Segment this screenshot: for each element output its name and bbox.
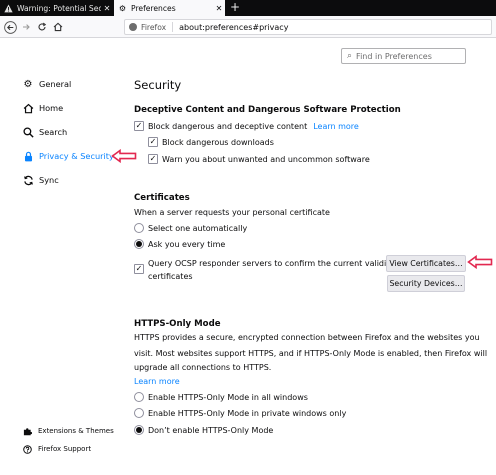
identity-box[interactable]: Firefox [125, 22, 174, 32]
https-none-radio-row[interactable]: Don’t enable HTTPS-Only Mode [134, 425, 273, 435]
lock-icon [22, 150, 34, 162]
block-dangerous-checkbox-row[interactable]: ✓ Block dangerous and deceptive content … [134, 121, 359, 131]
sidebar-item-general[interactable]: ⚙ General [22, 78, 72, 90]
firefox-icon [129, 23, 137, 31]
ask-every-radio-row[interactable]: Ask you every time [134, 239, 225, 249]
reload-icon [38, 22, 47, 31]
radio-label: Select one automatically [148, 223, 248, 233]
puzzle-icon [22, 425, 32, 437]
forward-arrow-icon [23, 24, 30, 30]
radio-label: Enable HTTPS-Only Mode in all windows [148, 392, 308, 402]
search-icon [22, 126, 34, 138]
radio-label: Ask you every time [148, 239, 226, 249]
radio[interactable] [134, 223, 144, 233]
sidebar-item-privacy[interactable]: Privacy & Security [22, 150, 114, 162]
brand-label: Firefox [141, 22, 167, 32]
back-button[interactable] [3, 20, 17, 34]
checkbox-label: Block dangerous downloads [162, 137, 274, 147]
sidebar-item-label: Search [39, 127, 68, 137]
back-arrow-icon [3, 20, 17, 34]
https-private-radio-row[interactable]: Enable HTTPS-Only Mode in private window… [134, 408, 346, 418]
radio[interactable] [134, 392, 144, 402]
ocsp-checkbox-row[interactable]: ✓ Query OCSP responder servers to confir… [134, 257, 404, 283]
sidebar: ⚙ General Home Search Privacy & Security [0, 39, 125, 475]
radio-selected[interactable] [134, 239, 144, 249]
learn-more-link[interactable]: Learn more [313, 122, 359, 131]
help-icon [22, 443, 32, 455]
section-heading-https-only: HTTPS-Only Mode [134, 319, 221, 329]
close-icon[interactable]: ✕ [101, 4, 113, 13]
page-title: Security [134, 78, 182, 92]
warning-icon [4, 3, 13, 13]
checkbox-label: Query OCSP responder servers to confirm … [148, 259, 405, 268]
main-panel: Security Deceptive Content and Dangerous… [134, 39, 496, 475]
gear-icon: ⚙ [23, 78, 33, 90]
preferences-page: ⌕ Find in Preferences ⚙ General Home Sea… [0, 39, 496, 475]
https-description-line: HTTPS provides a secure, encrypted conne… [134, 333, 480, 342]
sidebar-item-extensions[interactable]: Extensions & Themes [22, 425, 114, 437]
new-tab-button[interactable]: + [228, 0, 242, 16]
checkbox[interactable]: ✓ [148, 137, 158, 147]
tab-warning[interactable]: Warning: Potential Secu ✕ [0, 0, 113, 16]
learn-more-link[interactable]: Learn more [134, 377, 180, 386]
gear-icon: ⚙ [118, 3, 127, 13]
sidebar-item-sync[interactable]: Sync [22, 174, 59, 186]
sync-icon [22, 174, 34, 186]
tab-label: Preferences [131, 3, 176, 13]
sidebar-item-home[interactable]: Home [22, 102, 63, 114]
sidebar-item-label: Home [39, 103, 64, 113]
security-devices-button[interactable]: Security Devices… [387, 275, 465, 292]
select-auto-radio-row[interactable]: Select one automatically [134, 223, 247, 233]
sidebar-item-label: General [39, 79, 72, 89]
radio-label: Enable HTTPS-Only Mode in private window… [148, 408, 347, 418]
url-bar[interactable]: Firefox about:preferences#privacy [124, 19, 492, 35]
reload-button[interactable] [35, 20, 49, 34]
checkbox-label: Block dangerous and deceptive content [148, 121, 308, 131]
https-description-line: upgrade all connections to HTTPS. [134, 363, 272, 372]
url-text[interactable]: about:preferences#privacy [173, 23, 288, 32]
section-heading-certificates: Certificates [134, 193, 190, 203]
sidebar-item-label: Firefox Support [38, 445, 92, 453]
checkbox-label-cont: certificates [148, 272, 193, 281]
checkbox[interactable]: ✓ [134, 264, 144, 274]
forward-button[interactable] [19, 20, 33, 34]
close-icon[interactable]: ✕ [213, 4, 225, 13]
https-description-line: visit. Most websites support HTTPS, and … [134, 349, 488, 358]
home-icon [22, 102, 34, 114]
https-all-windows-radio-row[interactable]: Enable HTTPS-Only Mode in all windows [134, 392, 308, 402]
home-button[interactable] [51, 20, 65, 34]
tab-bar: Warning: Potential Secu ✕ ⚙ Preferences … [0, 0, 496, 16]
red-arrow-annotation-icon [467, 255, 493, 269]
checkbox[interactable]: ✓ [134, 121, 144, 131]
certificates-description: When a server requests your personal cer… [134, 208, 330, 217]
sidebar-item-label: Extensions & Themes [38, 427, 114, 435]
home-icon [53, 22, 63, 32]
sidebar-item-search[interactable]: Search [22, 126, 67, 138]
sidebar-item-support[interactable]: Firefox Support [22, 443, 91, 455]
tab-label: Warning: Potential Secu [17, 3, 101, 13]
nav-bar: Firefox about:preferences#privacy [0, 16, 496, 38]
sidebar-item-label: Sync [39, 175, 59, 185]
radio-selected[interactable] [134, 425, 144, 435]
checkbox[interactable]: ✓ [148, 154, 158, 164]
warn-unwanted-checkbox-row[interactable]: ✓ Warn you about unwanted and uncommon s… [148, 154, 370, 164]
view-certificates-button[interactable]: View Certificates… [386, 255, 466, 272]
tab-preferences[interactable]: ⚙ Preferences ✕ [114, 0, 225, 16]
sidebar-item-label: Privacy & Security [39, 151, 114, 161]
radio[interactable] [134, 408, 144, 418]
checkbox-label: Warn you about unwanted and uncommon sof… [162, 154, 370, 164]
block-downloads-checkbox-row[interactable]: ✓ Block dangerous downloads [148, 137, 274, 147]
section-heading-deceptive: Deceptive Content and Dangerous Software… [134, 105, 401, 115]
radio-label: Don’t enable HTTPS-Only Mode [148, 425, 274, 435]
